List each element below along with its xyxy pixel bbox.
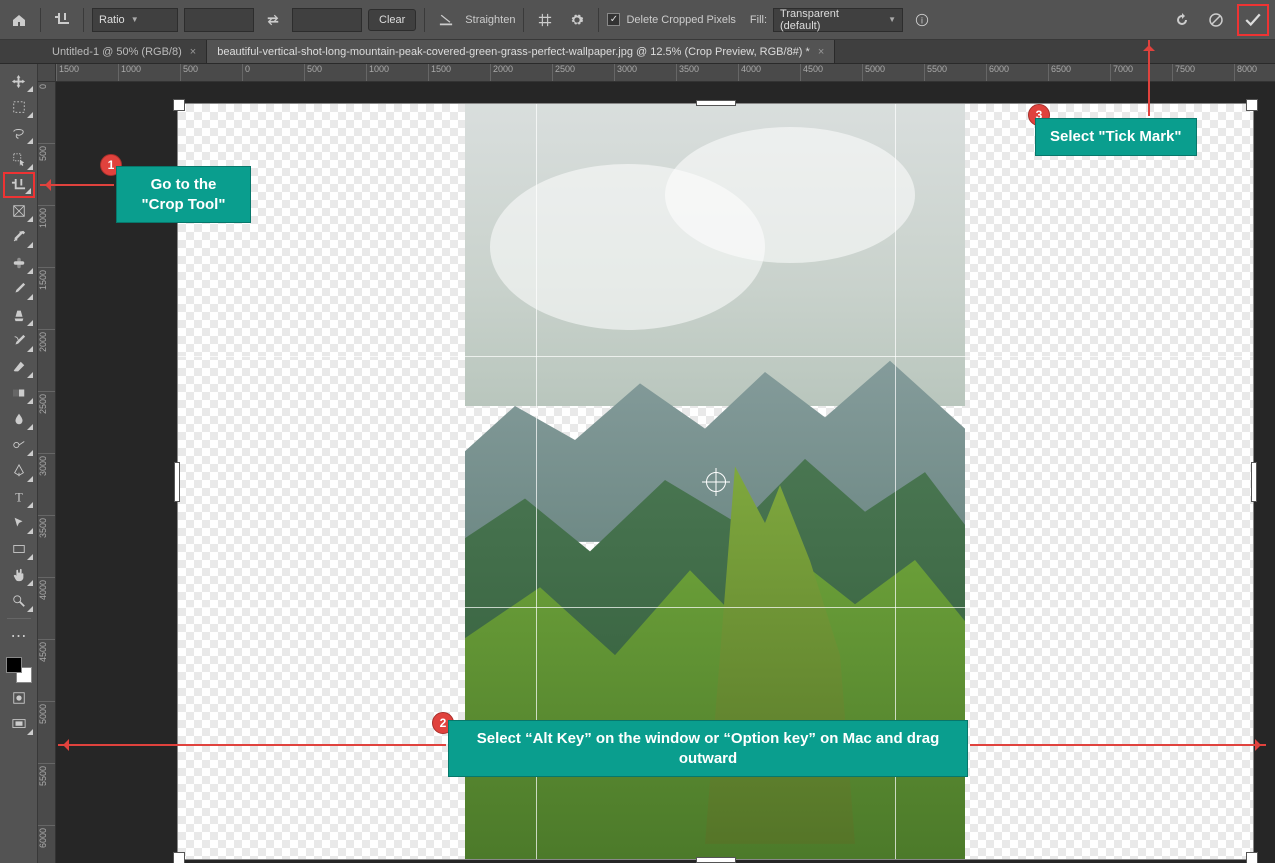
svg-text:i: i bbox=[921, 15, 923, 25]
crop-handle-right[interactable] bbox=[1251, 462, 1257, 502]
clone-stamp-tool[interactable] bbox=[3, 302, 35, 328]
chevron-down-icon: ▼ bbox=[131, 15, 139, 24]
color-swatches[interactable] bbox=[4, 655, 34, 685]
chevron-down-icon: ▼ bbox=[888, 15, 896, 24]
document-tab[interactable]: beautiful-vertical-shot-long-mountain-pe… bbox=[207, 40, 835, 63]
type-tool[interactable]: T bbox=[3, 484, 35, 510]
callout-1: Go to the "Crop Tool" bbox=[116, 166, 251, 223]
screen-mode-icon[interactable] bbox=[3, 711, 35, 737]
eyedropper-tool[interactable] bbox=[3, 224, 35, 250]
crop-handle-top[interactable] bbox=[696, 100, 736, 106]
crop-center-indicator bbox=[706, 472, 726, 492]
move-tool[interactable] bbox=[3, 68, 35, 94]
commit-crop-highlight bbox=[1237, 4, 1269, 36]
crop-height-input[interactable] bbox=[292, 8, 362, 32]
blur-tool[interactable] bbox=[3, 406, 35, 432]
close-icon[interactable]: × bbox=[818, 46, 824, 58]
callout-3-text: Select "Tick Mark" bbox=[1050, 128, 1182, 145]
zoom-tool[interactable] bbox=[3, 588, 35, 614]
eraser-tool[interactable] bbox=[3, 354, 35, 380]
artboard-tool[interactable] bbox=[3, 94, 35, 120]
horizontal-ruler: 1500100050005001000150020002500300035004… bbox=[56, 64, 1275, 82]
edit-toolbar-icon[interactable]: ⋯ bbox=[3, 623, 35, 649]
delete-cropped-label: Delete Cropped Pixels bbox=[626, 14, 735, 26]
crop-width-input[interactable] bbox=[184, 8, 254, 32]
rectangle-tool[interactable] bbox=[3, 536, 35, 562]
crop-handle-left[interactable] bbox=[174, 462, 180, 502]
arrow-drag-right bbox=[970, 744, 1266, 746]
crop-handle-bottom-left[interactable] bbox=[173, 852, 185, 863]
vertical-ruler: 0500100015002000250030003500400045005000… bbox=[38, 82, 56, 863]
clear-button-label: Clear bbox=[379, 14, 405, 26]
tools-panel: T ⋯ bbox=[0, 64, 38, 863]
path-select-tool[interactable] bbox=[3, 510, 35, 536]
gradient-tool[interactable] bbox=[3, 380, 35, 406]
crop-handle-top-right[interactable] bbox=[1246, 99, 1258, 111]
quick-mask-icon[interactable] bbox=[3, 685, 35, 711]
aspect-ratio-dropdown[interactable]: Ratio ▼ bbox=[92, 8, 178, 32]
lasso-tool[interactable] bbox=[3, 120, 35, 146]
arrow-drag-left bbox=[58, 744, 446, 746]
commit-controls bbox=[1169, 4, 1269, 36]
callout-3: Select "Tick Mark" bbox=[1035, 118, 1197, 156]
swap-dimensions-icon[interactable] bbox=[260, 7, 286, 33]
crop-handle-bottom-right[interactable] bbox=[1246, 852, 1258, 863]
tab-title: Untitled-1 @ 50% (RGB/8) bbox=[52, 46, 182, 58]
crop-tool-icon[interactable] bbox=[49, 7, 75, 33]
overlay-grid-icon[interactable] bbox=[532, 7, 558, 33]
dodge-tool[interactable] bbox=[3, 432, 35, 458]
arrow-to-tick bbox=[1148, 40, 1150, 116]
straighten-label: Straighten bbox=[465, 14, 515, 26]
fill-label: Fill: bbox=[750, 14, 767, 26]
commit-crop-checkmark-icon[interactable] bbox=[1241, 7, 1265, 33]
document-tabs: Untitled-1 @ 50% (RGB/8) × beautiful-ver… bbox=[0, 40, 1275, 64]
history-brush-tool[interactable] bbox=[3, 328, 35, 354]
close-icon[interactable]: × bbox=[190, 46, 196, 58]
tab-title: beautiful-vertical-shot-long-mountain-pe… bbox=[217, 46, 810, 58]
quick-select-tool[interactable] bbox=[3, 146, 35, 172]
document-tab[interactable]: Untitled-1 @ 50% (RGB/8) × bbox=[42, 40, 207, 63]
ruler-origin[interactable] bbox=[38, 64, 56, 82]
pen-tool[interactable] bbox=[3, 458, 35, 484]
fill-dropdown[interactable]: Transparent (default) ▼ bbox=[773, 8, 903, 32]
crop-handle-bottom[interactable] bbox=[696, 857, 736, 863]
crop-tool[interactable] bbox=[3, 172, 35, 198]
fill-dropdown-value: Transparent (default) bbox=[780, 8, 882, 32]
crop-options-bar: Ratio ▼ Clear Straighten ✓ Delete Croppe… bbox=[0, 0, 1275, 40]
brush-tool[interactable] bbox=[3, 276, 35, 302]
settings-gear-icon[interactable] bbox=[564, 7, 590, 33]
callout-1-line2: "Crop Tool" bbox=[131, 195, 236, 215]
straighten-icon[interactable] bbox=[433, 7, 459, 33]
reset-crop-icon[interactable] bbox=[1169, 7, 1195, 33]
healing-brush-tool[interactable] bbox=[3, 250, 35, 276]
info-icon[interactable]: i bbox=[909, 7, 935, 33]
cancel-crop-icon[interactable] bbox=[1203, 7, 1229, 33]
hand-tool[interactable] bbox=[3, 562, 35, 588]
callout-1-line1: Go to the bbox=[131, 175, 236, 195]
frame-tool[interactable] bbox=[3, 198, 35, 224]
callout-2-text: Select “Alt Key” on the window or “Optio… bbox=[477, 730, 940, 767]
svg-text:T: T bbox=[15, 490, 23, 504]
foreground-color-swatch[interactable] bbox=[6, 657, 22, 673]
home-icon[interactable] bbox=[6, 7, 32, 33]
crop-handle-top-left[interactable] bbox=[173, 99, 185, 111]
delete-cropped-checkbox[interactable]: ✓ bbox=[607, 13, 620, 26]
aspect-ratio-label: Ratio bbox=[99, 14, 125, 26]
arrow-to-crop-tool bbox=[40, 184, 114, 186]
callout-2: Select “Alt Key” on the window or “Optio… bbox=[448, 720, 968, 777]
clear-button[interactable]: Clear bbox=[368, 9, 416, 31]
